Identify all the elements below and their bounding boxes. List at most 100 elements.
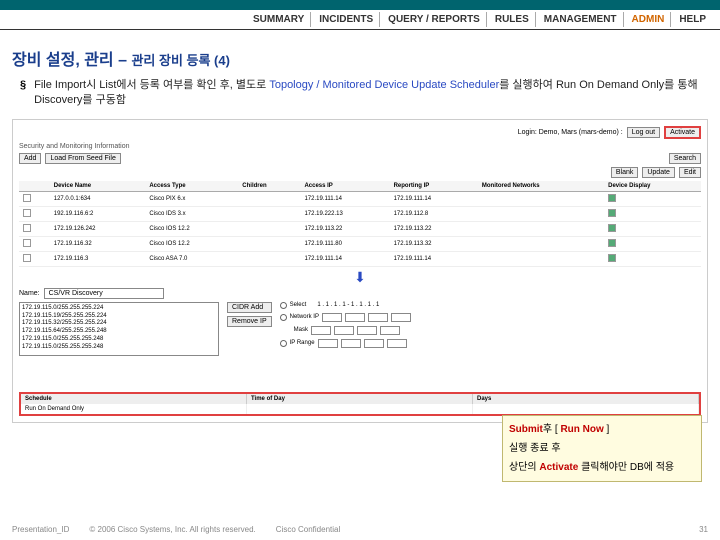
th-monnet: Monitored Networks [478, 181, 604, 192]
table-row[interactable]: 172.19.116.32Cisco IOS 12.2172.19.111.80… [19, 236, 701, 251]
mask-2[interactable] [334, 326, 354, 335]
row-checkbox[interactable] [23, 239, 31, 247]
sched-v3 [473, 404, 699, 414]
ip-entry[interactable]: 172.19.115.19/255.255.255.224 [22, 313, 216, 321]
sched-h2: Time of Day [247, 394, 473, 404]
nav-incidents[interactable]: INCIDENTS [313, 12, 380, 27]
rng-4[interactable] [387, 339, 407, 348]
logout-button[interactable]: Log out [627, 127, 660, 138]
display-checkbox[interactable] [608, 254, 616, 262]
ip-entry[interactable]: 172.19.115.0/255.255.255.248 [22, 336, 216, 344]
copyright: © 2006 Cisco Systems, Inc. All rights re… [89, 525, 255, 534]
ip-entry[interactable]: 172.19.115.0/255.255.255.248 [22, 344, 216, 352]
cidr-add-button[interactable]: CIDR Add [227, 302, 272, 313]
remove-ip-button[interactable]: Remove IP [227, 316, 272, 327]
display-checkbox[interactable] [608, 239, 616, 247]
radio-network[interactable] [280, 314, 287, 321]
cell [238, 221, 300, 236]
row-checkbox[interactable] [23, 194, 31, 202]
netip-3[interactable] [368, 313, 388, 322]
cell [238, 236, 300, 251]
netip-4[interactable] [391, 313, 411, 322]
ip-entry[interactable]: 172.19.115.0/255.255.255.224 [22, 305, 216, 313]
mask-3[interactable] [357, 326, 377, 335]
mask-1[interactable] [311, 326, 331, 335]
nav-query[interactable]: QUERY / REPORTS [382, 12, 487, 27]
bullet-icon: § [20, 78, 26, 109]
netip-1[interactable] [322, 313, 342, 322]
rng-2[interactable] [341, 339, 361, 348]
blank-button[interactable]: Blank [611, 167, 639, 178]
cell: 172.19.111.14 [390, 251, 478, 266]
mask-label: Mask [294, 327, 308, 333]
radio-network-label: Network IP [290, 314, 319, 320]
display-checkbox[interactable] [608, 209, 616, 217]
table-row[interactable]: 172.19.126.242Cisco IOS 12.2172.19.113.2… [19, 221, 701, 236]
rng-3[interactable] [364, 339, 384, 348]
th-display: Device Display [604, 181, 701, 192]
login-bar: Login: Demo, Mars (mars-demo) : Log out … [19, 126, 701, 139]
cell: 192.19.116.6:2 [50, 206, 146, 221]
mask-4[interactable] [380, 326, 400, 335]
nav-help[interactable]: HELP [673, 12, 712, 27]
display-checkbox[interactable] [608, 224, 616, 232]
cell: 172.19.111.14 [390, 191, 478, 206]
bullet-text: § File Import시 List에서 등록 여부를 확인 후, 별도로 T… [0, 78, 720, 119]
cell: 172.19.222.13 [300, 206, 389, 221]
toolbar: Add Load From Seed File Search [19, 153, 701, 164]
cell: 172.19.113.22 [300, 221, 389, 236]
cell: Cisco IOS 12.2 [145, 236, 238, 251]
cell [238, 191, 300, 206]
add-button[interactable]: Add [19, 153, 41, 164]
sched-h1: Schedule [21, 394, 247, 404]
radio-range-label: IP Range [290, 340, 315, 346]
activate-button[interactable]: Activate [664, 126, 701, 139]
nav-summary[interactable]: SUMMARY [247, 12, 311, 27]
sched-h3: Days [473, 394, 699, 404]
search-button[interactable]: Search [669, 153, 701, 164]
schedule-box: Schedule Time of Day Days Run On Demand … [19, 392, 701, 416]
display-checkbox[interactable] [608, 194, 616, 202]
load-seed-button[interactable]: Load From Seed File [45, 153, 120, 164]
callout-box: Submit후 [ Run Now ] 실행 종료 후 상단의 Activate… [502, 415, 702, 482]
table-row[interactable]: 172.19.116.3Cisco ASA 7.0172.19.111.1417… [19, 251, 701, 266]
name-label: Name: [19, 290, 40, 297]
radio-range[interactable] [280, 340, 287, 347]
nav-rules[interactable]: RULES [489, 12, 536, 27]
page-number: 31 [699, 525, 708, 534]
th-type: Access Type [145, 181, 238, 192]
cell: 172.19.112.8 [390, 206, 478, 221]
cell: 172.19.116.32 [50, 236, 146, 251]
toolbar-right: Blank Update Edit [19, 167, 701, 178]
cell: 172.19.126.242 [50, 221, 146, 236]
update-button[interactable]: Update [642, 167, 675, 178]
row-checkbox[interactable] [23, 254, 31, 262]
app-screenshot: Login: Demo, Mars (mars-demo) : Log out … [12, 119, 708, 423]
sched-v1[interactable]: Run On Demand Only [21, 404, 247, 414]
row-checkbox[interactable] [23, 224, 31, 232]
netip-2[interactable] [345, 313, 365, 322]
ip-entry[interactable]: 172.19.115.64/255.255.255.248 [22, 328, 216, 336]
cell: 172.19.111.14 [300, 191, 389, 206]
ip-entry[interactable]: 172.19.115.32/255.255.255.224 [22, 320, 216, 328]
table-row[interactable]: 192.19.116.6:2Cisco IDS 3.x172.19.222.13… [19, 206, 701, 221]
edit-button[interactable]: Edit [679, 167, 701, 178]
th-accessip: Access IP [300, 181, 389, 192]
confidential: Cisco Confidential [276, 525, 340, 534]
nav-admin[interactable]: ADMIN [626, 12, 672, 27]
page-title: 장비 설정, 관리 – 관리 장비 등록 (4) [0, 30, 720, 78]
name-input[interactable]: CS/VR Discovery [44, 288, 164, 299]
section-title: Security and Monitoring Information [19, 143, 701, 150]
radio-select[interactable] [280, 302, 287, 309]
rng-1[interactable] [318, 339, 338, 348]
cell [238, 206, 300, 221]
nav-management[interactable]: MANAGEMENT [538, 12, 624, 27]
range-text: 1 . 1 . 1 . 1 - 1 . 1 . 1 . 1 [317, 302, 379, 308]
row-checkbox[interactable] [23, 209, 31, 217]
sched-v2 [247, 404, 473, 414]
table-row[interactable]: 127.0.0.1:634Cisco PIX 6.x172.19.111.141… [19, 191, 701, 206]
main-nav: SUMMARY INCIDENTS QUERY / REPORTS RULES … [0, 10, 720, 30]
top-accent-bar [0, 0, 720, 10]
cell: 172.19.113.32 [390, 236, 478, 251]
ip-list-box[interactable]: 172.19.115.0/255.255.255.224172.19.115.1… [19, 302, 219, 356]
